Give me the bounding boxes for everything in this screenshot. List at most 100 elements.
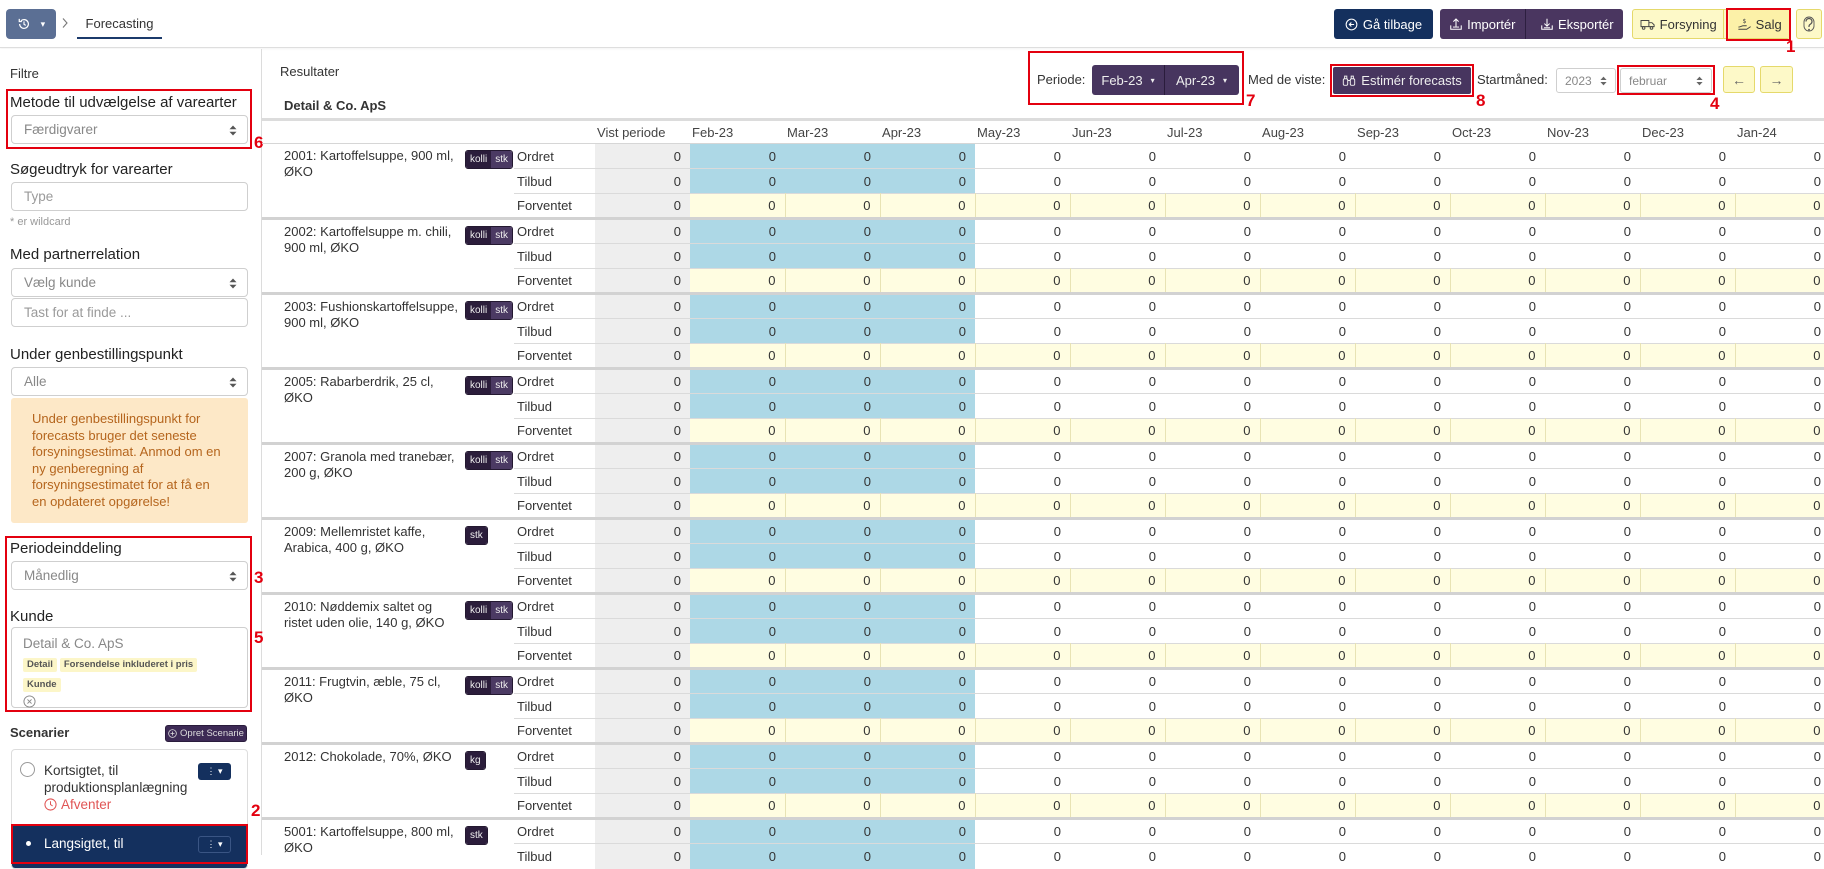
- value-cell[interactable]: 0: [1260, 568, 1356, 594]
- value-cell[interactable]: 0: [880, 193, 976, 219]
- unit-toggle[interactable]: kolli stk: [465, 150, 514, 169]
- unit-option-kolli[interactable]: kolli: [466, 227, 492, 244]
- value-cell[interactable]: 0: [1355, 568, 1451, 594]
- unit-option-stk[interactable]: stk: [466, 827, 487, 844]
- value-cell[interactable]: 0: [1545, 793, 1641, 819]
- value-cell[interactable]: 0: [975, 493, 1071, 519]
- value-cell[interactable]: 0: [690, 268, 786, 294]
- unit-option-kolli[interactable]: kolli: [466, 302, 492, 319]
- value-cell[interactable]: 0: [1450, 268, 1546, 294]
- value-cell[interactable]: 0: [1070, 193, 1166, 219]
- value-cell[interactable]: 0: [1735, 343, 1824, 369]
- partner-search-input[interactable]: [11, 298, 248, 327]
- period-division-select[interactable]: Månedlig: [11, 561, 248, 590]
- method-select[interactable]: Færdigvarer: [11, 115, 248, 144]
- go-back-button[interactable]: Gå tilbage: [1334, 9, 1433, 39]
- unit-toggle[interactable]: stk: [465, 826, 488, 845]
- value-cell[interactable]: 0: [690, 718, 786, 744]
- value-cell[interactable]: 0: [975, 418, 1071, 444]
- value-cell[interactable]: 0: [1070, 568, 1166, 594]
- value-cell[interactable]: 0: [1545, 568, 1641, 594]
- item-type-search-input[interactable]: [11, 182, 248, 211]
- value-cell[interactable]: 0: [1640, 643, 1736, 669]
- unit-option-kg[interactable]: kg: [466, 752, 485, 769]
- value-cell[interactable]: 0: [1355, 793, 1451, 819]
- unit-toggle[interactable]: kolli stk: [465, 226, 514, 245]
- reorder-select[interactable]: Alle: [11, 367, 248, 396]
- value-cell[interactable]: 0: [1735, 493, 1824, 519]
- unit-toggle[interactable]: kg: [465, 751, 486, 770]
- value-cell[interactable]: 0: [1735, 718, 1824, 744]
- value-cell[interactable]: 0: [1450, 793, 1546, 819]
- value-cell[interactable]: 0: [1260, 643, 1356, 669]
- value-cell[interactable]: 0: [1070, 643, 1166, 669]
- unit-option-stk[interactable]: stk: [491, 677, 513, 694]
- value-cell[interactable]: 0: [1260, 793, 1356, 819]
- value-cell[interactable]: 0: [975, 793, 1071, 819]
- value-cell[interactable]: 0: [1735, 643, 1824, 669]
- value-cell[interactable]: 0: [1450, 343, 1546, 369]
- import-button[interactable]: Importér: [1440, 9, 1526, 39]
- value-cell[interactable]: 0: [975, 643, 1071, 669]
- value-cell[interactable]: 0: [1735, 268, 1824, 294]
- value-cell[interactable]: 0: [1355, 643, 1451, 669]
- value-cell[interactable]: 0: [1640, 343, 1736, 369]
- value-cell[interactable]: 0: [880, 493, 976, 519]
- value-cell[interactable]: 0: [785, 643, 881, 669]
- value-cell[interactable]: 0: [690, 643, 786, 669]
- value-cell[interactable]: 0: [1355, 718, 1451, 744]
- value-cell[interactable]: 0: [1355, 418, 1451, 444]
- value-cell[interactable]: 0: [1545, 493, 1641, 519]
- value-cell[interactable]: 0: [1070, 268, 1166, 294]
- start-year-select[interactable]: 2023: [1556, 68, 1616, 93]
- value-cell[interactable]: 0: [785, 343, 881, 369]
- value-cell[interactable]: 0: [1545, 643, 1641, 669]
- value-cell[interactable]: 0: [1450, 568, 1546, 594]
- previous-month-button[interactable]: ←: [1723, 66, 1755, 93]
- value-cell[interactable]: 0: [785, 193, 881, 219]
- value-cell[interactable]: 0: [975, 268, 1071, 294]
- value-cell[interactable]: 0: [1070, 343, 1166, 369]
- value-cell[interactable]: 0: [1355, 268, 1451, 294]
- value-cell[interactable]: 0: [880, 268, 976, 294]
- value-cell[interactable]: 0: [690, 193, 786, 219]
- unit-option-kolli[interactable]: kolli: [466, 677, 492, 694]
- value-cell[interactable]: 0: [1260, 718, 1356, 744]
- unit-option-stk[interactable]: stk: [491, 151, 513, 168]
- value-cell[interactable]: 0: [1355, 493, 1451, 519]
- value-cell[interactable]: 0: [1735, 418, 1824, 444]
- customer-select[interactable]: Detail & Co. ApS Detail Forsendelse inklu…: [11, 627, 248, 708]
- unit-toggle[interactable]: kolli stk: [465, 451, 514, 470]
- unit-toggle[interactable]: stk: [465, 526, 488, 545]
- value-cell[interactable]: 0: [1165, 493, 1261, 519]
- partner-select[interactable]: Vælg kunde: [11, 268, 248, 297]
- value-cell[interactable]: 0: [690, 568, 786, 594]
- value-cell[interactable]: 0: [880, 568, 976, 594]
- history-button[interactable]: ▾: [6, 9, 56, 39]
- value-cell[interactable]: 0: [1545, 343, 1641, 369]
- value-cell[interactable]: 0: [1165, 343, 1261, 369]
- value-cell[interactable]: 0: [1640, 418, 1736, 444]
- value-cell[interactable]: 0: [1735, 568, 1824, 594]
- unit-option-stk[interactable]: stk: [491, 302, 513, 319]
- value-cell[interactable]: 0: [1165, 568, 1261, 594]
- value-cell[interactable]: 0: [975, 193, 1071, 219]
- value-cell[interactable]: 0: [880, 418, 976, 444]
- unit-option-stk[interactable]: stk: [491, 452, 513, 469]
- value-cell[interactable]: 0: [1450, 493, 1546, 519]
- value-cell[interactable]: 0: [1070, 418, 1166, 444]
- value-cell[interactable]: 0: [1165, 643, 1261, 669]
- value-cell[interactable]: 0: [785, 568, 881, 594]
- unit-option-stk[interactable]: stk: [491, 602, 513, 619]
- value-cell[interactable]: 0: [975, 718, 1071, 744]
- value-cell[interactable]: 0: [690, 343, 786, 369]
- value-cell[interactable]: 0: [1545, 193, 1641, 219]
- unit-option-kolli[interactable]: kolli: [466, 452, 492, 469]
- value-cell[interactable]: 0: [1640, 493, 1736, 519]
- value-cell[interactable]: 0: [785, 268, 881, 294]
- unit-toggle[interactable]: kolli stk: [465, 676, 514, 695]
- value-cell[interactable]: 0: [1165, 718, 1261, 744]
- value-cell[interactable]: 0: [880, 793, 976, 819]
- value-cell[interactable]: 0: [1070, 718, 1166, 744]
- scenario-radio[interactable]: [20, 762, 35, 777]
